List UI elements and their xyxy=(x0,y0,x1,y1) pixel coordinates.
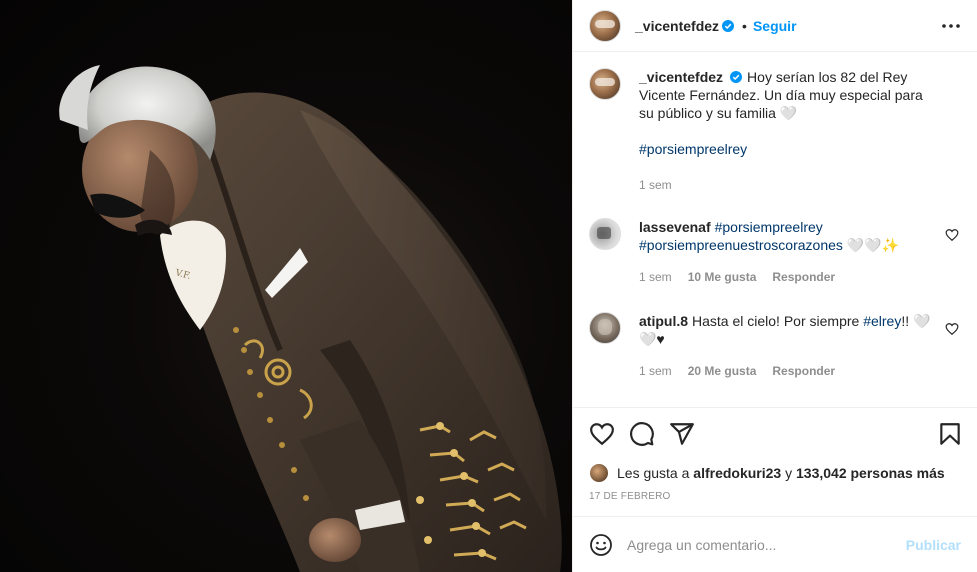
comment-hashtag[interactable]: #elrey xyxy=(863,313,901,329)
heart-icon[interactable] xyxy=(945,322,959,336)
comment-hashtag[interactable]: #porsiempreenuestroscorazones xyxy=(639,237,843,253)
likes-count[interactable]: 133,042 personas más xyxy=(796,465,945,481)
bookmark-icon[interactable] xyxy=(937,421,963,447)
liker-avatar[interactable] xyxy=(589,463,609,483)
author-username[interactable]: _vicentefdez xyxy=(635,18,719,34)
heart-icon[interactable] xyxy=(589,421,615,447)
caption-author-avatar[interactable] xyxy=(589,68,621,100)
publish-button[interactable]: Publicar xyxy=(906,537,961,553)
share-icon[interactable] xyxy=(669,421,695,447)
comment-time[interactable]: 1 sem xyxy=(639,268,672,286)
comment-composer: Publicar xyxy=(573,516,977,572)
caption-body: _vicentefdez Hoy serían los 82 del Rey Vi… xyxy=(639,68,961,194)
comment-body: lassevenaf #porsiempreelrey #porsiempreen… xyxy=(639,218,961,286)
header-separator: • xyxy=(742,17,747,34)
comments-list[interactable]: _vicentefdez Hoy serían los 82 del Rey Vi… xyxy=(573,52,977,407)
comment-input[interactable] xyxy=(627,536,906,553)
verified-badge-icon xyxy=(722,19,735,32)
reply-button[interactable]: Responder xyxy=(772,268,835,286)
post-photo[interactable]: V.F. xyxy=(0,0,572,572)
author-avatar[interactable] xyxy=(589,9,621,42)
reply-button[interactable]: Responder xyxy=(772,362,835,380)
liker-username[interactable]: alfredokuri23 xyxy=(693,465,781,481)
comment-body: atipul.8 Hasta el cielo! Por siempre #elr… xyxy=(639,312,961,380)
instagram-post: V.F. _vicentefdez • Seguir _vicentefdez … xyxy=(0,0,977,572)
comment-emoji: 🤍🤍✨ xyxy=(842,237,900,253)
comment-time[interactable]: 1 sem xyxy=(639,362,672,380)
comment-like-count[interactable]: 10 Me gusta xyxy=(688,268,757,286)
comment-text: Hasta el cielo! Por siempre xyxy=(692,313,864,329)
post-caption: _vicentefdez Hoy serían los 82 del Rey Vi… xyxy=(589,68,961,194)
comment-username[interactable]: lassevenaf xyxy=(639,219,711,235)
post-actions-bar xyxy=(573,407,977,459)
photo-singer-bowing: V.F. xyxy=(59,65,562,572)
likes-middle: y xyxy=(781,465,796,481)
more-options-button[interactable] xyxy=(939,14,963,38)
caption-hashtag[interactable]: #porsiempreelrey xyxy=(639,141,747,157)
heart-icon[interactable] xyxy=(945,228,959,242)
caption-time[interactable]: 1 sem xyxy=(639,176,672,194)
comment-hashtag[interactable]: #porsiempreelrey xyxy=(715,219,823,235)
emoji-icon[interactable] xyxy=(589,533,613,557)
post-header: _vicentefdez • Seguir xyxy=(573,0,977,52)
commenter-avatar[interactable] xyxy=(589,312,621,344)
comment-item: lassevenaf #porsiempreelrey #porsiempreen… xyxy=(589,218,961,286)
likes-prefix: Les gusta a xyxy=(617,465,690,481)
commenter-avatar[interactable] xyxy=(589,218,621,250)
post-detail-panel: _vicentefdez • Seguir _vicentefdez Hoy se… xyxy=(572,0,977,572)
likes-summary: Les gusta a alfredokuri23 y 133,042 pers… xyxy=(573,459,977,487)
more-options-icon xyxy=(942,23,960,28)
follow-button[interactable]: Seguir xyxy=(753,18,797,34)
comment-username[interactable]: atipul.8 xyxy=(639,313,688,329)
comment-item: atipul.8 Hasta el cielo! Por siempre #elr… xyxy=(589,312,961,380)
comment-icon[interactable] xyxy=(629,421,655,447)
caption-username[interactable]: _vicentefdez xyxy=(639,69,723,85)
comment-like-count[interactable]: 20 Me gusta xyxy=(688,362,757,380)
post-date[interactable]: 17 DE FEBRERO xyxy=(573,487,977,516)
verified-badge-icon xyxy=(730,71,743,83)
